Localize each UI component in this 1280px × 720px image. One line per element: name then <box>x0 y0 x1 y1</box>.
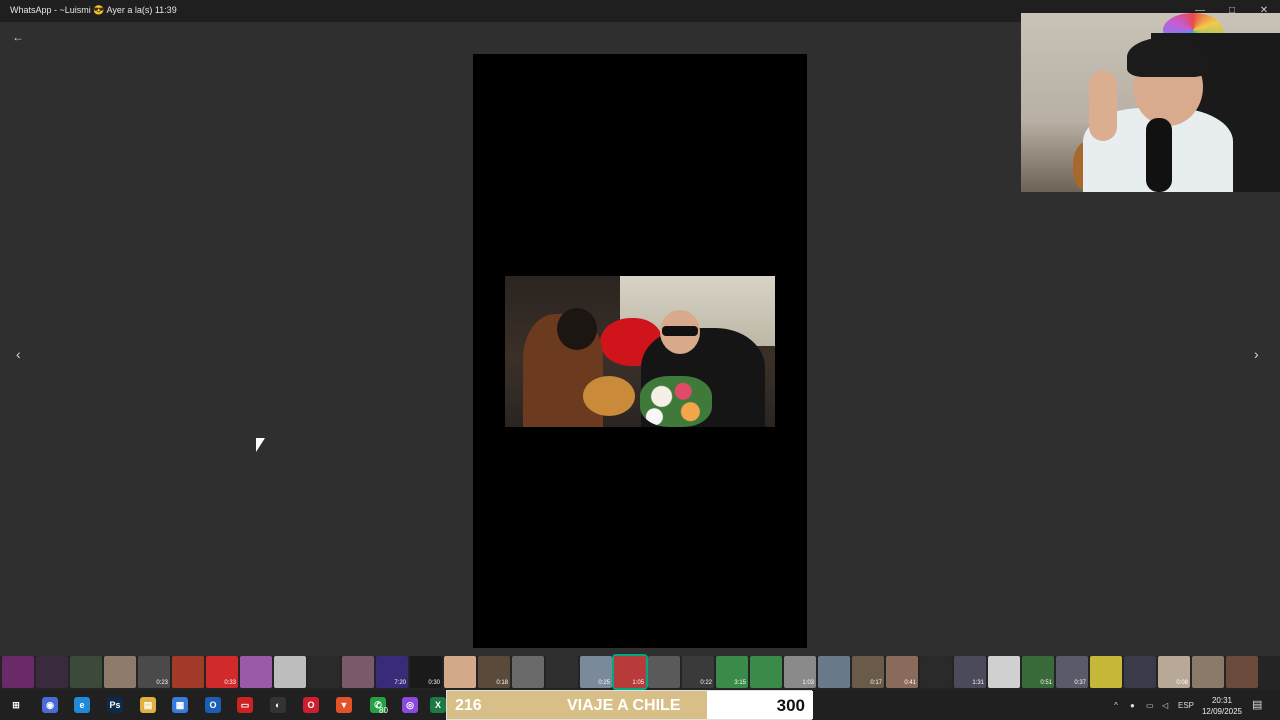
thumbnail-duration: 0:22 <box>700 680 712 686</box>
thumbnail-duration: 7:20 <box>394 680 406 686</box>
media-thumbnail[interactable]: 0:25 <box>580 656 612 688</box>
media-thumbnail[interactable] <box>818 656 850 688</box>
thumbnail-duration: 3:15 <box>734 680 746 686</box>
volume-icon[interactable]: ◁ <box>1162 701 1168 710</box>
banner-goal-box: 300 <box>707 691 813 719</box>
media-thumbnail[interactable] <box>172 656 204 688</box>
banner-goal-label: VIAJE A CHILE <box>567 697 681 714</box>
brave-icon[interactable]: ▼ <box>336 697 352 713</box>
copilot-icon[interactable]: ◉ <box>42 697 58 713</box>
stream-banner: 216 VIAJE A CHILE 300 <box>446 690 813 720</box>
webcam-overlay <box>1021 13 1280 192</box>
media-thumbnail-strip: 0:23 0:33 7:20 0:30 0:18 0:25 1:05 0:22 3:15 1:03… <box>0 654 1280 690</box>
media-thumbnail[interactable] <box>36 656 68 688</box>
media-thumbnail[interactable]: 1:03 <box>784 656 816 688</box>
language-indicator[interactable]: ESP <box>1178 701 1194 710</box>
thumbnail-duration: 0:30 <box>428 680 440 686</box>
media-thumbnail[interactable] <box>1124 656 1156 688</box>
media-thumbnail[interactable]: 0:22 <box>682 656 714 688</box>
media-thumbnail[interactable] <box>1192 656 1224 688</box>
media-thumbnail[interactable] <box>70 656 102 688</box>
person-left-head <box>557 308 597 350</box>
media-thumbnail[interactable] <box>342 656 374 688</box>
media-thumbnail[interactable] <box>274 656 306 688</box>
acoustic-guitar <box>583 376 635 416</box>
chevron-up-icon[interactable]: ^ <box>1114 701 1118 710</box>
media-thumbnail[interactable] <box>308 656 340 688</box>
microphone-icon[interactable]: ● <box>1130 701 1135 710</box>
previous-media-icon[interactable]: ‹ <box>16 346 21 362</box>
media-thumbnail[interactable]: 0:30 <box>410 656 442 688</box>
thumbnail-duration: 1:05 <box>632 680 644 686</box>
clock-date: 12/09/2025 <box>1201 707 1243 716</box>
opera-icon[interactable]: O <box>303 697 319 713</box>
media-thumbnail[interactable] <box>648 656 680 688</box>
media-thumbnail[interactable] <box>104 656 136 688</box>
media-thumbnail[interactable] <box>2 656 34 688</box>
app-icon[interactable]: ▭ <box>237 697 253 713</box>
thumbnail-duration: 0:25 <box>598 680 610 686</box>
media-thumbnail[interactable]: 1:31 <box>954 656 986 688</box>
flower-bouquet <box>640 376 712 427</box>
network-icon[interactable]: ▭ <box>1146 701 1154 710</box>
mouse-cursor-icon <box>256 438 265 452</box>
file-explorer-icon[interactable]: ▤ <box>140 697 156 713</box>
banner-goal-target: 300 <box>776 696 805 715</box>
media-thumbnail[interactable] <box>1226 656 1258 688</box>
microphone <box>1146 118 1172 192</box>
excel-icon[interactable]: X <box>430 697 446 713</box>
messenger-icon[interactable]: ◎ <box>402 697 418 713</box>
media-thumbnail[interactable]: 0:17 <box>852 656 884 688</box>
photoshop-icon[interactable]: Ps <box>107 697 123 713</box>
media-thumbnail[interactable] <box>546 656 578 688</box>
clock-time: 20:31 <box>1211 696 1233 705</box>
media-thumbnail[interactable]: 3:15 <box>716 656 748 688</box>
media-thumbnail[interactable]: 0:37 <box>1056 656 1088 688</box>
thumbnail-duration: 0:08 <box>1176 680 1188 686</box>
microsoft-store-icon[interactable]: ▦ <box>172 697 188 713</box>
media-thumbnail[interactable]: 0:08 <box>1158 656 1190 688</box>
media-photo <box>505 276 775 427</box>
next-media-icon[interactable]: › <box>1254 346 1259 362</box>
thumbnail-duration: 0:33 <box>224 680 236 686</box>
media-thumbnail[interactable]: 0:33 <box>206 656 238 688</box>
streamer-hair <box>1127 37 1209 77</box>
thumbnail-duration: 0:51 <box>1040 680 1052 686</box>
thumbnail-duration: 1:03 <box>802 680 814 686</box>
system-clock[interactable]: 20:31 12/09/2025 <box>1200 695 1244 717</box>
media-thumbnail[interactable]: 0:18 <box>478 656 510 688</box>
outlook-icon[interactable]: O <box>205 697 221 713</box>
media-thumbnail[interactable] <box>240 656 272 688</box>
notifications-icon[interactable]: ▤ <box>1252 698 1262 711</box>
thumbnail-duration: 1:31 <box>972 680 984 686</box>
media-thumbnail[interactable]: 0:51 <box>1022 656 1054 688</box>
whatsapp-unread-badge: 80 <box>379 706 388 715</box>
edge-icon[interactable]: e <box>74 697 90 713</box>
media-thumbnail[interactable] <box>750 656 782 688</box>
thumbnail-duration: 0:23 <box>156 680 168 686</box>
window-title: WhatsApp - ~Luismi 😎 Ayer a la(s) 11:39 <box>10 5 177 15</box>
media-thumbnail[interactable] <box>1090 656 1122 688</box>
thumbnail-duration: 0:17 <box>870 680 882 686</box>
streamer-arm <box>1089 71 1117 141</box>
media-thumbnail[interactable] <box>512 656 544 688</box>
media-thumbnail[interactable] <box>920 656 952 688</box>
windows-start-icon[interactable]: ⊞ <box>8 697 24 713</box>
media-thumbnail[interactable]: 1:05 <box>612 654 648 690</box>
media-thumbnail[interactable] <box>444 656 476 688</box>
sunglasses <box>662 326 698 336</box>
thumbnail-duration: 0:41 <box>904 680 916 686</box>
media-thumbnail[interactable]: 7:20 <box>376 656 408 688</box>
obs-icon[interactable]: ◐ <box>270 697 286 713</box>
media-thumbnail[interactable]: 0:41 <box>886 656 918 688</box>
back-arrow-icon[interactable]: ← <box>12 30 24 44</box>
thumbnail-duration: 0:37 <box>1074 680 1086 686</box>
thumbnail-duration: 0:18 <box>496 680 508 686</box>
media-thumbnail[interactable] <box>988 656 1020 688</box>
banner-left-count: 216 <box>455 697 482 714</box>
media-thumbnail[interactable]: 0:23 <box>138 656 170 688</box>
